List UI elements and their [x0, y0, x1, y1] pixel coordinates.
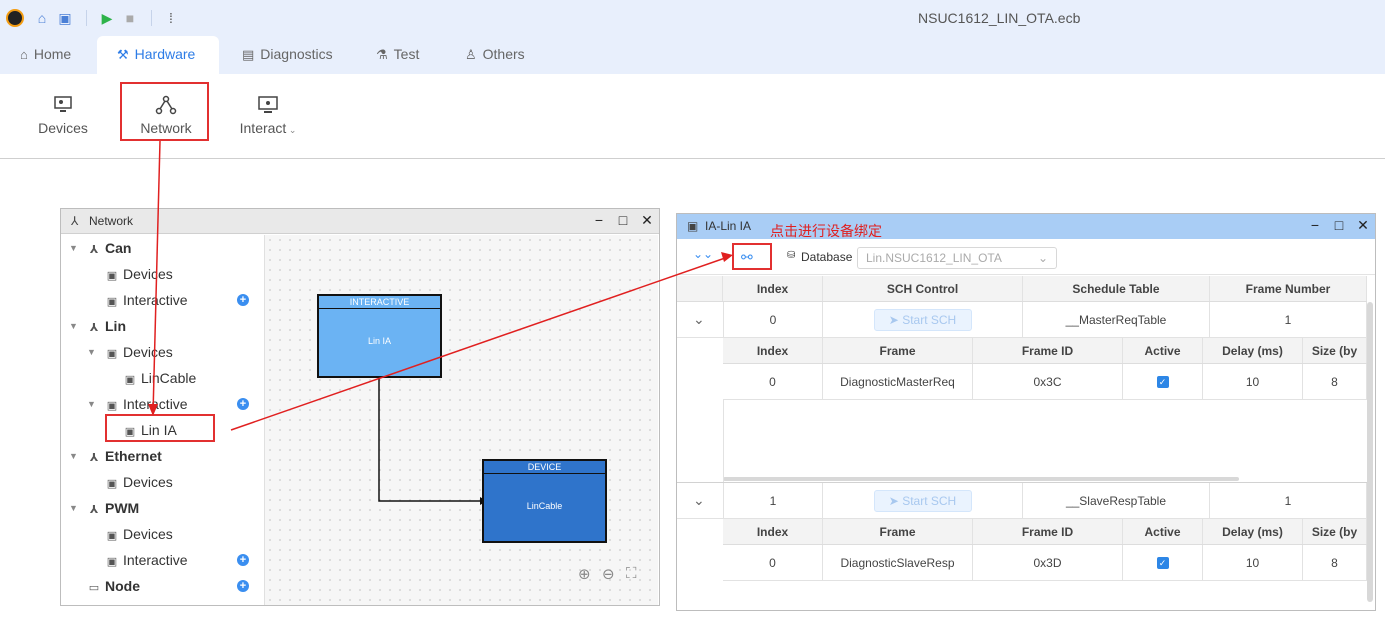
devices-icon: ▣	[106, 270, 118, 282]
network-canvas[interactable]: INTERACTIVE Lin IA DEVICE LinCable ⊕ ⊖ ⛶	[264, 235, 658, 605]
table-header: Index SCH Control Schedule Table Frame N…	[677, 276, 1367, 302]
tree-pwm-interactive[interactable]: ▣ Interactive	[105, 547, 188, 573]
vertical-scrollbar[interactable]	[1367, 302, 1373, 602]
table-row[interactable]: ⌄ 0 ➤ Start SCH __MasterReqTable 1	[677, 302, 1367, 338]
table-row[interactable]: ⌄ 1 ➤ Start SCH __SlaveRespTable 1	[677, 483, 1367, 519]
interact-icon: ▣	[687, 219, 699, 233]
maximize-icon[interactable]: □	[615, 212, 631, 228]
collapse-all-icon[interactable]: ⌄⌄	[693, 247, 713, 261]
network-icon: ⅄	[89, 322, 99, 334]
devices-button[interactable]: Devices	[38, 94, 88, 136]
sub-table-header: Index Frame Frame ID Active Delay (ms) S…	[723, 519, 1367, 545]
tree-lin-devices[interactable]: ▣ Devices	[105, 339, 173, 365]
tree-node[interactable]: ▭ Node	[87, 573, 140, 599]
annotation-bind-device: 点击进行设备绑定	[770, 223, 882, 239]
devices-icon: ▣	[106, 478, 118, 490]
devices-icon	[54, 96, 72, 112]
devices-icon: ▣	[124, 374, 136, 386]
tree-lin[interactable]: ⅄ Lin	[87, 313, 126, 339]
node-interactive[interactable]: INTERACTIVE Lin IA	[317, 294, 442, 378]
tab-test[interactable]: ⚗ Test	[356, 36, 439, 74]
add-icon[interactable]: +	[237, 398, 249, 410]
run-icon[interactable]: ▶	[99, 10, 115, 26]
add-icon[interactable]: +	[237, 554, 249, 566]
network-icon: ⅄	[89, 244, 99, 256]
tab-home[interactable]: ⌂ Home	[0, 36, 91, 74]
minimize-icon[interactable]: −	[1307, 217, 1323, 233]
network-icon: ⅄	[71, 214, 79, 228]
tree-can-devices[interactable]: ▣ Devices	[105, 261, 173, 287]
network-panel: ⅄ Network − □ ✕ ▼ ⅄ Can ▣ Devices ▣ Interac…	[60, 208, 660, 606]
tree-ethernet-devices[interactable]: ▣ Devices	[105, 469, 173, 495]
node-device[interactable]: DEVICE LinCable	[482, 459, 607, 543]
horizontal-scrollbar[interactable]	[723, 477, 1239, 481]
tree-can[interactable]: ⅄ Can	[87, 235, 132, 261]
tab-others[interactable]: ♙ Others	[445, 36, 545, 74]
title-bar: ⌂ ▣ ▶ ■ ⁞ NSUC1612_LIN_OTA.ecb	[0, 0, 1385, 36]
start-sch-button[interactable]: ➤ Start SCH	[873, 308, 972, 331]
chevron-down-icon[interactable]: ⌄	[693, 492, 705, 509]
connection-edge	[378, 378, 487, 505]
minimize-icon[interactable]: −	[591, 212, 607, 228]
tree-ethernet[interactable]: ⅄ Ethernet	[87, 443, 162, 469]
active-checkbox[interactable]: ✓	[1156, 556, 1169, 569]
user-icon: ♙	[465, 47, 477, 62]
network-icon: ⅄	[89, 452, 99, 464]
grid-icon[interactable]: ⁞	[163, 10, 179, 26]
zoom-out-icon[interactable]: ⊖	[602, 565, 615, 583]
hardware-icon: ⚒	[117, 47, 129, 62]
highlight-network	[120, 82, 209, 141]
add-icon[interactable]: +	[237, 580, 249, 592]
zoom-in-icon[interactable]: ⊕	[578, 565, 591, 583]
active-checkbox[interactable]: ✓	[1156, 375, 1169, 388]
diagnostics-icon: ▤	[242, 47, 255, 62]
sub-table-header: Index Frame Frame ID Active Delay (ms) S…	[723, 338, 1367, 364]
flask-icon: ⚗	[376, 47, 388, 62]
tree-lin-cable[interactable]: ▣ LinCable	[123, 365, 196, 391]
highlight-lin-ia	[105, 414, 215, 442]
network-icon: ⅄	[89, 504, 99, 516]
database-icon: ⛁	[787, 250, 796, 261]
tree-can-interactive[interactable]: ▣ Interactive	[105, 287, 188, 313]
start-sch-button[interactable]: ➤ Start SCH	[873, 489, 972, 512]
chevron-down-icon: ⌄	[1037, 251, 1048, 265]
tab-diagnostics[interactable]: ▤ Diagnostics	[222, 36, 353, 74]
tree-pwm[interactable]: ⅄ PWM	[87, 495, 139, 521]
maximize-icon[interactable]: □	[1331, 217, 1347, 233]
stop-icon[interactable]: ■	[122, 10, 138, 26]
close-icon[interactable]: ✕	[639, 212, 655, 229]
add-icon[interactable]: +	[237, 294, 249, 306]
fit-view-icon[interactable]: ⛶	[626, 565, 637, 582]
tree-pwm-devices[interactable]: ▣ Devices	[105, 521, 173, 547]
interact-icon: ▣	[106, 296, 118, 308]
chevron-down-icon[interactable]: ⌄	[693, 311, 705, 328]
database-select[interactable]: Lin.NSUC1612_LIN_OTA ⌄	[857, 247, 1057, 269]
main-tabs: ⌂ Home ⚒ Hardware ▤ Diagnostics ⚗ Test ♙ Othe…	[0, 36, 1385, 74]
save-icon[interactable]: ▣	[57, 10, 73, 26]
tab-hardware[interactable]: ⚒ Hardware	[97, 36, 219, 74]
home-icon[interactable]: ⌂	[34, 10, 50, 26]
sub-table-row[interactable]: 0 DiagnosticMasterReq 0x3C ✓ 10 8	[723, 364, 1367, 400]
sub-table-row[interactable]: 0 DiagnosticSlaveResp 0x3D ✓ 10 8	[723, 545, 1367, 581]
devices-icon: ▣	[106, 530, 118, 542]
app-logo-icon	[6, 9, 24, 27]
document-title: NSUC1612_LIN_OTA.ecb	[918, 10, 1081, 26]
interact-icon: ▣	[106, 556, 118, 568]
panel-header: ⅄ Network − □ ✕	[61, 209, 659, 234]
ia-toolbar: ⌄⌄ ⚯ ⛁ Database Lin.NSUC1612_LIN_OTA ⌄	[677, 239, 1375, 275]
interact-icon	[258, 96, 278, 113]
close-icon[interactable]: ✕	[1355, 217, 1371, 234]
ia-panel: ▣ IA-Lin IA − □ ✕ ⌄⌄ ⚯ ⛁ Database Lin.NS…	[676, 213, 1376, 611]
highlight-bind-device	[732, 243, 772, 270]
devices-icon: ▣	[106, 348, 118, 360]
interact-button[interactable]: Interact ⌄	[236, 94, 300, 136]
home-icon: ⌂	[20, 47, 28, 62]
node-icon: ▭	[88, 582, 100, 594]
